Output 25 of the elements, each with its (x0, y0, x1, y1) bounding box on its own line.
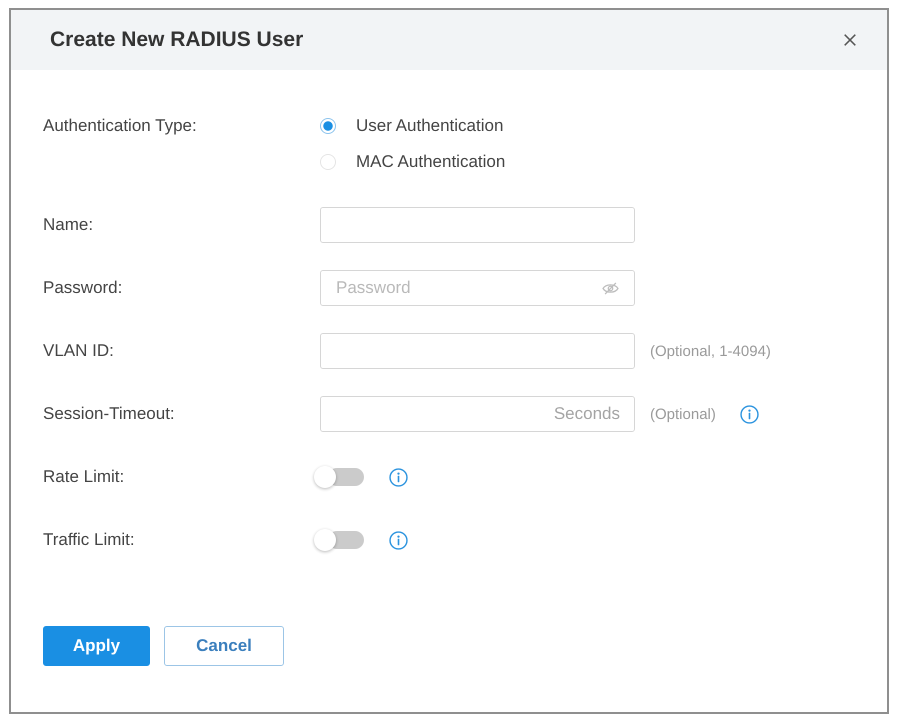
toggle-switch[interactable] (314, 529, 364, 551)
dialog-title: Create New RADIUS User (50, 28, 304, 52)
field-label: Rate Limit: (43, 466, 126, 488)
hint-text: (Optional) (650, 406, 716, 422)
field-label: Traffic Limit: (43, 529, 136, 551)
radio-option[interactable]: User Authentication (320, 108, 504, 144)
info-icon[interactable] (389, 468, 408, 486)
password-field[interactable]: Password (320, 270, 635, 306)
info-icon[interactable] (740, 404, 759, 424)
close-button[interactable] (844, 34, 856, 46)
radio-option[interactable]: MAC Authentication (320, 144, 506, 180)
field-label: Name: (43, 214, 94, 236)
field-label: Password: (43, 277, 124, 299)
input-field[interactable] (320, 333, 635, 369)
info-icon[interactable] (389, 530, 408, 550)
input-field[interactable] (320, 207, 635, 243)
cancel-button[interactable]: Cancel (164, 626, 284, 666)
field-label: VLAN ID: (43, 340, 115, 362)
close-icon (844, 34, 856, 46)
field-label: Authentication Type: (43, 115, 198, 137)
input-field[interactable]: Seconds (320, 396, 635, 432)
field-label: Session-Timeout: (43, 403, 176, 425)
eye-slash-icon[interactable] (602, 282, 619, 295)
toggle-switch[interactable] (314, 466, 364, 488)
hint-text: (Optional, 1-4094) (650, 342, 771, 360)
